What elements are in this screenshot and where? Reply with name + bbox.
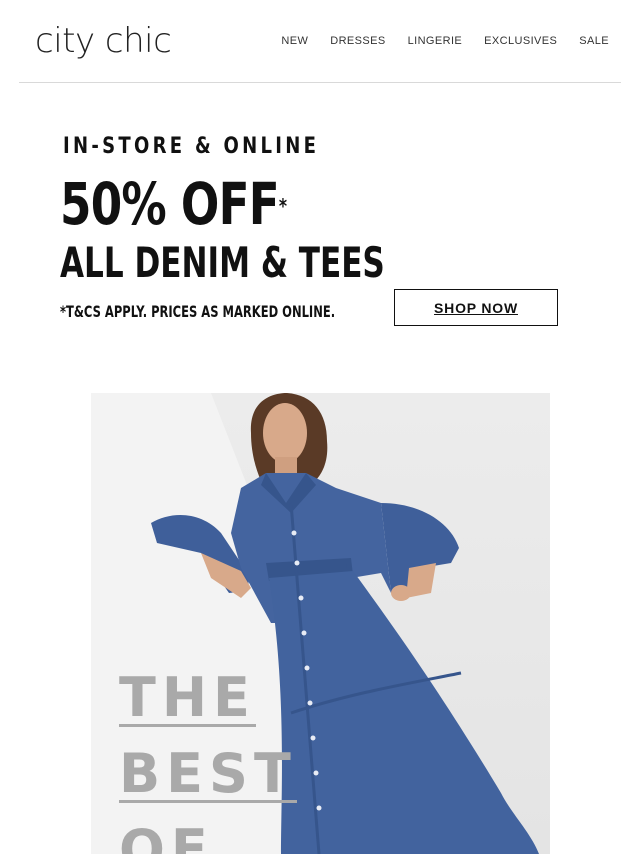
nav-item-lingerie[interactable]: LINGERIE [408,34,463,48]
promo-terms: *T&CS APPLY. PRICES AS MARKED ONLINE. [60,302,336,321]
main-nav: NEW DRESSES LINGERIE EXCLUSIVES SALE [281,34,609,48]
hero-overlay-line: THE [119,666,256,729]
promo-headline-text: 50% OFF [60,170,280,238]
hero-overlay-line: BEST [119,742,297,805]
shop-now-button[interactable]: SHOP NOW [394,289,558,326]
nav-item-dresses[interactable]: DRESSES [330,34,385,48]
hero-image[interactable]: THE BEST OF [91,393,550,854]
promo-headline-mark: * [278,194,287,218]
brand-logo[interactable]: city chic [35,20,172,62]
site-header: city chic NEW DRESSES LINGERIE EXCLUSIVE… [0,0,640,83]
nav-item-exclusives[interactable]: EXCLUSIVES [484,34,557,48]
header-divider [19,82,621,83]
hero-overlay-line: OF [119,823,214,854]
nav-item-new[interactable]: NEW [281,34,308,48]
hero-overlay-text: THE BEST OF [119,665,297,854]
nav-item-sale[interactable]: SALE [579,34,609,48]
promo-subheadline: ALL DENIM & TEES [60,238,385,287]
promo-headline: 50% OFF* [60,170,287,238]
promo-kicker: IN-STORE & ONLINE [63,134,320,159]
